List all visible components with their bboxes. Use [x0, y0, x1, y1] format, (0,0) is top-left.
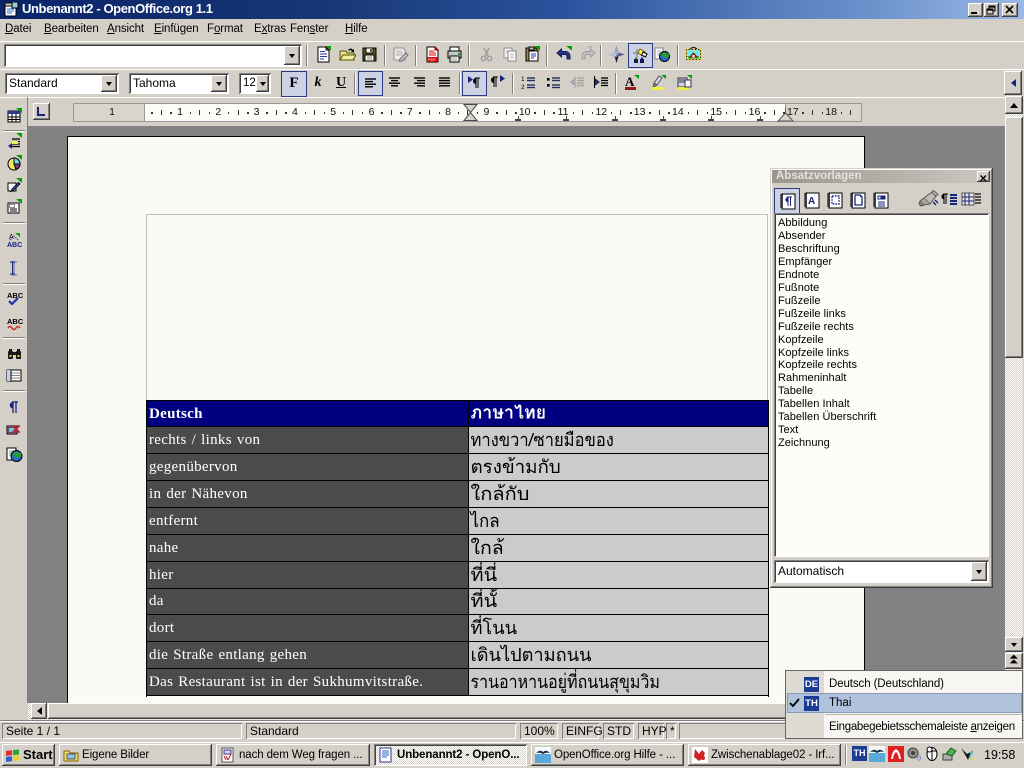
svg-text:A: A — [9, 234, 14, 241]
svg-text:PDF: PDF — [428, 57, 437, 62]
svg-text:ABC: ABC — [7, 291, 23, 300]
svg-text:1: 1 — [521, 76, 525, 83]
svg-text:ABC: ABC — [7, 317, 23, 326]
svg-text:A: A — [625, 74, 635, 89]
svg-text:ABC: ABC — [7, 242, 22, 249]
svg-text:A: A — [808, 196, 815, 207]
svg-text:2: 2 — [521, 84, 525, 91]
